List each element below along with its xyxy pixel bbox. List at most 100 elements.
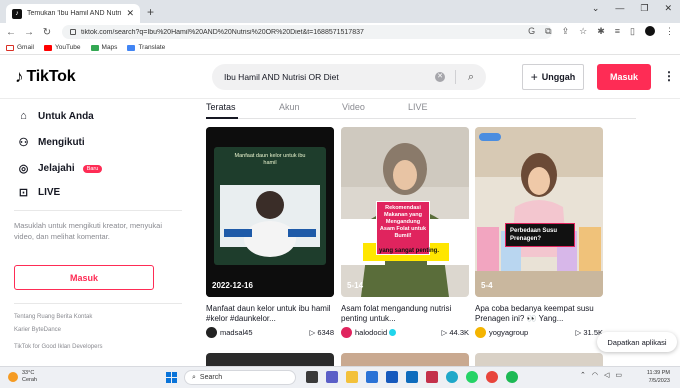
- system-tray: ⌃ ◠ ◁ ▭: [580, 371, 622, 379]
- file-explorer-icon[interactable]: [346, 371, 358, 383]
- spotify-icon[interactable]: [506, 371, 518, 383]
- avatar[interactable]: [341, 327, 352, 338]
- translate-icon[interactable]: ⧉: [545, 26, 551, 37]
- video-overlay-text: Perbedaan Susu Prenagen?: [505, 223, 575, 247]
- video-thumbnail[interactable]: Perbedaan Susu Prenagen? 5-4: [475, 127, 603, 297]
- tab-video[interactable]: Video: [342, 102, 365, 112]
- start-icon[interactable]: [166, 372, 177, 383]
- more-options-icon[interactable]: ⋮: [663, 69, 675, 83]
- video-title[interactable]: Apa coba bedanya keempat susu Prenagen i…: [475, 304, 603, 324]
- upload-label: Unggah: [541, 72, 576, 82]
- footer-links-row-1[interactable]: Tentang Ruang Berita Kontak: [14, 314, 92, 320]
- youtube-icon: [43, 44, 52, 51]
- chrome-menu-icon[interactable]: ⋮: [665, 26, 674, 37]
- avatar[interactable]: [475, 327, 486, 338]
- login-button[interactable]: Masuk: [597, 64, 651, 90]
- volume-icon[interactable]: ◁: [604, 371, 609, 379]
- author-name[interactable]: halodocid: [355, 328, 442, 337]
- whatsapp-icon[interactable]: [466, 371, 478, 383]
- video-title[interactable]: Asam folat mengandung nutrisi penting un…: [341, 304, 469, 324]
- task-view-icon[interactable]: [306, 371, 318, 383]
- sidebar-item-mengikuti[interactable]: ⚇ Mengikuti: [17, 136, 85, 149]
- verified-icon: [389, 329, 397, 336]
- outlook-icon[interactable]: [406, 371, 418, 383]
- video-thumbnail[interactable]: Manfaat daun kelor untuk ibu hamil 2022-…: [206, 127, 334, 297]
- chrome-icon[interactable]: [486, 371, 498, 383]
- reload-icon[interactable]: ↻: [40, 27, 54, 38]
- address-bar-row: ← → ↻ tiktok.com/search?q=Ibu%20Hamil%20…: [0, 23, 680, 41]
- footer-links-row-3[interactable]: TikTok for Good Iklan Developers: [14, 344, 102, 350]
- video-card[interactable]: Manfaat daun kelor untuk ibu hamil 2022-…: [206, 127, 334, 338]
- tab-teratas[interactable]: Teratas: [206, 102, 236, 112]
- profile-avatar-icon[interactable]: [645, 26, 655, 36]
- footer-links-row-2[interactable]: Karier ByteDance: [14, 327, 61, 333]
- battery-icon[interactable]: ▭: [615, 371, 622, 379]
- google-icon[interactable]: G: [528, 26, 535, 37]
- extensions-icon[interactable]: ✱: [597, 26, 605, 37]
- clock[interactable]: 11:39 PM 7/5/2023: [638, 369, 670, 385]
- sidebar-item-jelajahi[interactable]: ◎ Jelajahi Baru: [17, 162, 103, 175]
- video-card-partial[interactable]: [341, 353, 469, 366]
- people-icon: ⚇: [18, 137, 29, 149]
- browser-tab[interactable]: ♪ Temukan 'Ibu Hamil AND Nutrisi ... ✕: [6, 4, 140, 23]
- lock-icon: [70, 29, 76, 35]
- minimize-icon[interactable]: —: [615, 3, 624, 14]
- tiktok-logo[interactable]: ♪ TikTok: [15, 67, 76, 87]
- compass-icon: ◎: [18, 163, 29, 175]
- tab-akun[interactable]: Akun: [279, 102, 300, 112]
- maps-icon: [90, 44, 99, 51]
- chat-icon[interactable]: [326, 371, 338, 383]
- search-bar[interactable]: Ibu Hamil AND Nutrisi OR Diet ✕ ⌕: [212, 64, 486, 90]
- home-icon: ⌂: [20, 110, 27, 122]
- close-tab-icon[interactable]: ✕: [126, 8, 134, 19]
- tab-search-icon[interactable]: ⌄: [592, 3, 600, 14]
- taskbar-apps: [306, 371, 518, 383]
- url-field[interactable]: tiktok.com/search?q=Ibu%20Hamil%20AND%20…: [62, 25, 552, 39]
- logo-text: TikTok: [26, 68, 76, 85]
- new-tab-icon[interactable]: +: [147, 5, 154, 19]
- bookmark-star-icon[interactable]: ☆: [579, 26, 587, 37]
- word-icon[interactable]: [386, 371, 398, 383]
- bookmark-youtube[interactable]: YouTube: [43, 44, 81, 51]
- taskbar-search[interactable]: ⌕ Search: [184, 370, 296, 385]
- avatar[interactable]: [206, 327, 217, 338]
- chevron-up-icon[interactable]: ⌃: [580, 371, 586, 379]
- get-app-button[interactable]: Dapatkan aplikasi: [597, 332, 677, 352]
- sidebar-item-untuk-anda[interactable]: ⌂ Untuk Anda: [17, 110, 94, 122]
- share-icon[interactable]: ⇪: [562, 26, 570, 37]
- reading-list-icon[interactable]: ≡: [615, 26, 620, 37]
- teams-icon[interactable]: [426, 371, 438, 383]
- close-window-icon[interactable]: ✕: [664, 3, 672, 14]
- video-card-partial[interactable]: [206, 353, 334, 366]
- video-title[interactable]: Manfaat daun kelor untuk ibu hamil #kelo…: [206, 304, 334, 324]
- edge-icon[interactable]: [446, 371, 458, 383]
- store-icon[interactable]: [366, 371, 378, 383]
- video-meta: madsal45 ▷ 6348: [206, 327, 334, 338]
- sidebar-login-button[interactable]: Masuk: [14, 265, 154, 290]
- forward-icon[interactable]: →: [22, 27, 36, 38]
- search-input[interactable]: Ibu Hamil AND Nutrisi OR Diet: [224, 72, 435, 82]
- sidebar-item-live[interactable]: ⊡ LIVE: [17, 186, 60, 199]
- video-card[interactable]: Perbedaan Susu Prenagen? 5-4 Apa coba be…: [475, 127, 603, 338]
- restore-icon[interactable]: ❐: [640, 3, 648, 14]
- upload-button[interactable]: + Unggah: [522, 64, 584, 90]
- tiktok-favicon-icon: ♪: [12, 8, 22, 19]
- bookmark-gmail[interactable]: Gmail: [6, 44, 34, 51]
- video-card-partial[interactable]: [475, 353, 603, 366]
- bookmark-maps[interactable]: Maps: [90, 44, 118, 51]
- video-card[interactable]: Rekomendasi Makanan yang Mengandung Asam…: [341, 127, 469, 338]
- side-panel-icon[interactable]: ▯: [630, 26, 635, 37]
- clear-search-icon[interactable]: ✕: [435, 72, 445, 82]
- author-name[interactable]: madsal45: [220, 328, 309, 337]
- live-icon: ⊡: [18, 187, 29, 199]
- tabs-underline: [206, 118, 636, 119]
- tab-live[interactable]: LIVE: [408, 102, 428, 112]
- bookmark-label: Maps: [101, 44, 118, 51]
- search-icon[interactable]: ⌕: [456, 71, 486, 84]
- weather-widget[interactable]: 33°C Cerah: [8, 370, 37, 384]
- wifi-icon[interactable]: ◠: [592, 371, 598, 379]
- video-thumbnail[interactable]: Rekomendasi Makanan yang Mengandung Asam…: [341, 127, 469, 297]
- author-name[interactable]: yogyagroup: [489, 328, 576, 337]
- bookmark-translate[interactable]: Translate: [127, 44, 165, 51]
- back-icon[interactable]: ←: [4, 27, 18, 38]
